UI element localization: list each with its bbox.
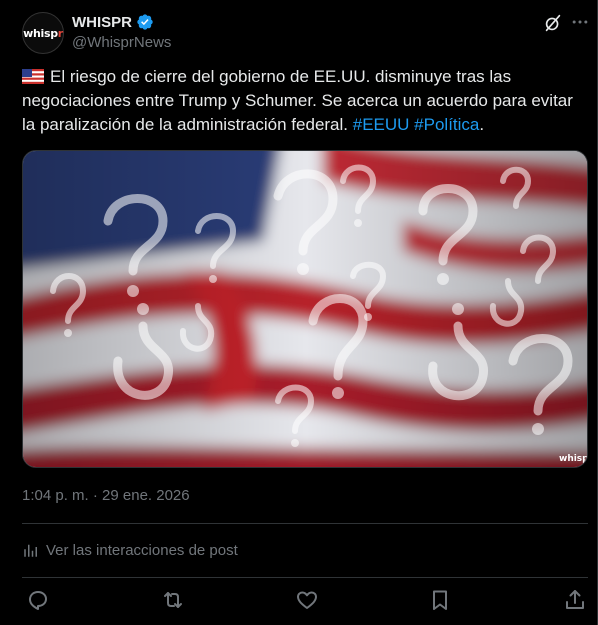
author-block: WHISPR @WhisprNews: [72, 13, 171, 52]
post-timestamp[interactable]: 1:04 p. m. · 29 ene. 2026: [22, 487, 190, 504]
post-detail: whispr WHISPR @WhisprNews El riesgo de c…: [0, 0, 598, 625]
repost-icon[interactable]: [161, 588, 185, 612]
display-name[interactable]: WHISPR: [72, 14, 132, 31]
like-icon[interactable]: [295, 588, 319, 612]
avatar-logo: whispr: [23, 26, 63, 40]
more-icon[interactable]: [570, 12, 590, 32]
post-media-image[interactable]: whispr: [22, 150, 588, 468]
view-post-analytics[interactable]: Ver las interacciones de post: [22, 541, 238, 559]
us-flag-emoji-icon: [22, 69, 44, 84]
post-text: El riesgo de cierre del gobierno de EE.U…: [22, 65, 582, 137]
divider: [22, 523, 588, 524]
flag-question-marks-illustration: whispr: [23, 151, 588, 467]
action-bar: [22, 588, 588, 614]
analytics-label: Ver las interacciones de post: [46, 541, 238, 559]
media-watermark: whispr: [559, 454, 588, 464]
bookmark-icon[interactable]: [428, 588, 452, 612]
handle[interactable]: @WhisprNews: [72, 34, 171, 51]
avatar[interactable]: whispr: [22, 12, 64, 54]
post-body-end: .: [479, 115, 485, 134]
hashtag-politica[interactable]: #Política: [414, 115, 479, 134]
share-icon[interactable]: [563, 588, 587, 612]
post-body: El riesgo de cierre del gobierno de EE.U…: [22, 67, 573, 134]
verified-badge-icon: [137, 14, 153, 30]
hashtag-eeuu[interactable]: #EEUU: [353, 115, 410, 134]
grok-icon[interactable]: [542, 12, 564, 34]
reply-icon[interactable]: [26, 588, 50, 612]
analytics-icon: [24, 544, 37, 557]
divider: [22, 577, 588, 578]
